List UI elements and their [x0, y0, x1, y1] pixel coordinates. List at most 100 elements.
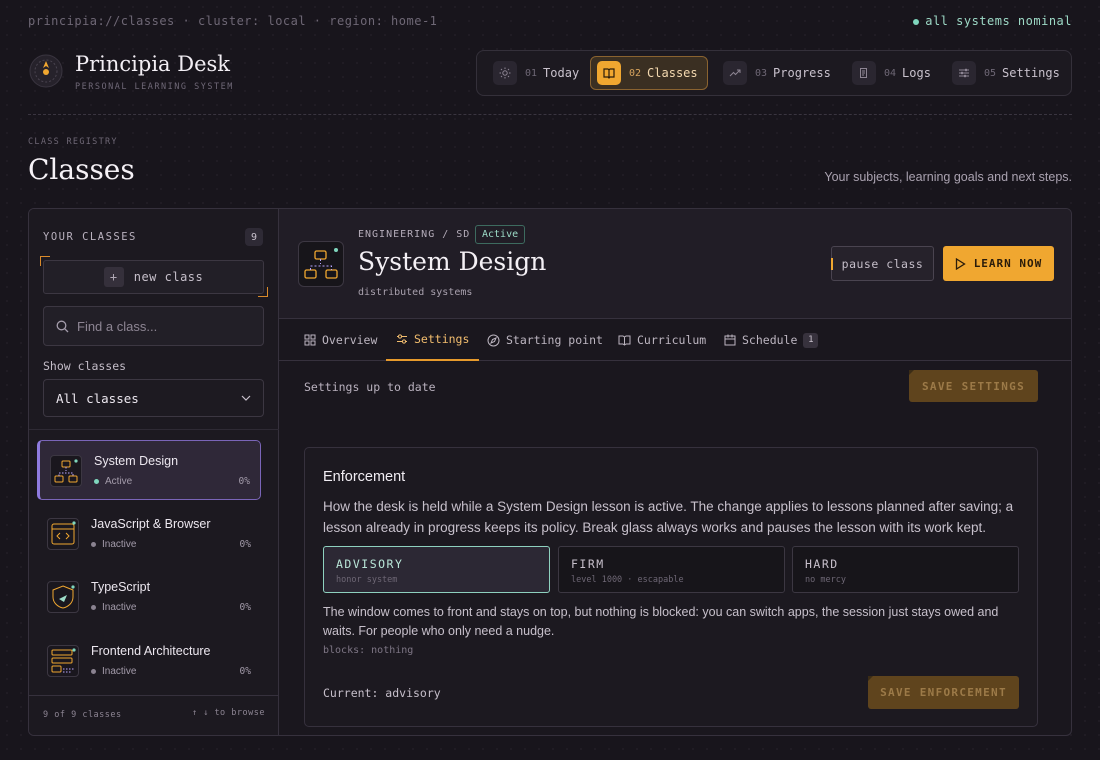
diagram-icon	[50, 455, 82, 487]
new-class-button[interactable]: + new class	[43, 260, 264, 294]
nav-number: 01	[525, 67, 538, 79]
sidebar-title: YOUR CLASSES	[43, 231, 137, 243]
class-name: TypeScript	[91, 580, 151, 594]
nav-today[interactable]: 01 Today	[487, 56, 587, 90]
option-title: FIRM	[571, 557, 605, 571]
save-status-text: Settings up to date	[304, 380, 436, 394]
calendar-icon	[724, 334, 736, 346]
sun-icon	[493, 61, 517, 85]
play-icon	[955, 257, 966, 270]
layout-icon	[47, 645, 79, 677]
option-firm[interactable]: FIRM level 1000 · escapable	[558, 546, 785, 593]
class-status-text: Active	[105, 476, 133, 487]
nav-label: Today	[543, 66, 580, 80]
class-search-input[interactable]: Find a class...	[43, 306, 264, 346]
save-enforcement-button[interactable]: SAVE ENFORCEMENT	[868, 676, 1019, 709]
class-item-typescript[interactable]: TypeScript Inactive 0%	[37, 567, 261, 627]
nav-label: Progress	[773, 66, 831, 80]
nav-logs[interactable]: 04 Logs	[846, 56, 939, 90]
option-subtitle: level 1000 · escapable	[571, 575, 684, 585]
class-status: Inactive	[91, 539, 136, 550]
system-status: all systems nominal	[913, 14, 1072, 28]
tab-overview[interactable]: Overview	[304, 319, 377, 361]
logo-icon	[28, 53, 64, 89]
class-progress: 0%	[239, 602, 251, 613]
brand-name: Principia Desk	[75, 52, 231, 76]
class-name: JavaScript & Browser	[91, 517, 211, 531]
option-title: ADVISORY	[336, 557, 404, 571]
main-nav: 01 Today 02 Classes 03 Progress 04 Logs …	[476, 50, 1072, 96]
sidebar-footer: 9 of 9 classes ↑ ↓ to browse	[29, 695, 279, 735]
nav-number: 03	[755, 67, 768, 79]
class-item-system-design[interactable]: System Design Active 0%	[37, 440, 261, 500]
class-status: Active	[94, 476, 132, 487]
filter-label: Show classes	[43, 359, 127, 373]
keyboard-hint: ↑ ↓ to browse	[191, 708, 265, 718]
search-icon	[56, 320, 69, 332]
class-progress: 0%	[239, 666, 251, 677]
class-item-frontend-architecture[interactable]: Frontend Architecture Inactive 0%	[37, 631, 261, 691]
class-tabs: Overview Settings Starting point Curricu…	[279, 319, 1071, 361]
compass-icon	[487, 334, 500, 346]
tab-label: Starting point	[506, 333, 603, 347]
enforcement-text: How the desk is held while a System Desi…	[323, 499, 1014, 535]
tab-starting-point[interactable]: Starting point	[487, 319, 603, 361]
class-status-text: Inactive	[102, 602, 137, 613]
class-status-text: Inactive	[102, 666, 137, 677]
class-sidebar: YOUR CLASSES 9 + new class Find a class.…	[29, 209, 279, 735]
option-subtitle: no mercy	[805, 575, 846, 585]
nav-settings[interactable]: 05 Settings	[946, 56, 1068, 90]
nav-progress[interactable]: 03 Progress	[717, 56, 839, 90]
browser-code-icon	[47, 518, 79, 550]
grid-icon	[304, 334, 316, 346]
tab-settings[interactable]: Settings	[386, 319, 480, 361]
class-name: System Design	[94, 454, 179, 468]
plus-icon: +	[103, 267, 124, 287]
class-title: System Design	[358, 247, 547, 276]
learn-now-button[interactable]: LEARN NOW	[943, 246, 1054, 281]
class-item-javascript[interactable]: JavaScript & Browser Inactive 0%	[37, 504, 261, 564]
tab-label: Settings	[414, 332, 470, 346]
class-status-text: Inactive	[102, 539, 137, 550]
class-status: Inactive	[91, 602, 136, 613]
save-settings-button[interactable]: SAVE SETTINGS	[909, 370, 1038, 402]
nav-label: Settings	[1002, 66, 1060, 80]
status-badge: Active	[475, 225, 526, 244]
current-mode: Current: advisory	[323, 686, 441, 700]
class-progress: 0%	[238, 476, 250, 487]
class-count-badge: 9	[245, 228, 263, 246]
option-hard[interactable]: HARD no mercy	[792, 546, 1019, 593]
system-bar: principia://classes · cluster: local · r…	[28, 14, 1072, 30]
mode-description: The window comes to front and stays on t…	[323, 605, 999, 638]
tab-label: Overview	[322, 333, 378, 347]
page-tagline: Your subjects, learning goals and next s…	[824, 170, 1072, 184]
new-class-label: new class	[133, 270, 204, 284]
blocks-text: blocks: nothing	[323, 645, 414, 656]
tab-label: Schedule	[742, 333, 798, 347]
filter-value: All classes	[56, 390, 139, 406]
nav-label: Logs	[902, 66, 931, 80]
pause-class-button[interactable]: pause class	[831, 246, 934, 281]
class-count-text: 9 of 9 classes	[43, 710, 122, 720]
nav-number: 04	[884, 67, 897, 79]
class-progress: 0%	[239, 539, 251, 550]
path-readout: principia://classes · cluster: local · r…	[28, 14, 438, 28]
option-subtitle: honor system	[336, 575, 398, 585]
option-advisory[interactable]: ADVISORY honor system	[323, 546, 550, 593]
book-icon	[597, 61, 621, 85]
tab-schedule[interactable]: Schedule 1	[724, 319, 819, 361]
class-subtitle: distributed systems	[358, 287, 473, 298]
tab-label: Curriculum	[637, 333, 707, 347]
class-status: Inactive	[91, 666, 136, 677]
status-text: all systems nominal	[925, 14, 1072, 28]
sliders-icon	[397, 334, 407, 344]
nav-classes[interactable]: 02 Classes	[590, 56, 708, 90]
nav-number: 05	[984, 67, 997, 79]
class-filter-select[interactable]: All classes	[43, 379, 264, 417]
chevron-down-icon	[241, 395, 251, 401]
tab-curriculum[interactable]: Curriculum	[618, 319, 706, 361]
learn-now-label: LEARN NOW	[973, 257, 1043, 270]
page-eyebrow: CLASS REGISTRY	[28, 137, 118, 147]
shield-icon	[47, 581, 79, 613]
search-placeholder: Find a class...	[77, 318, 158, 334]
